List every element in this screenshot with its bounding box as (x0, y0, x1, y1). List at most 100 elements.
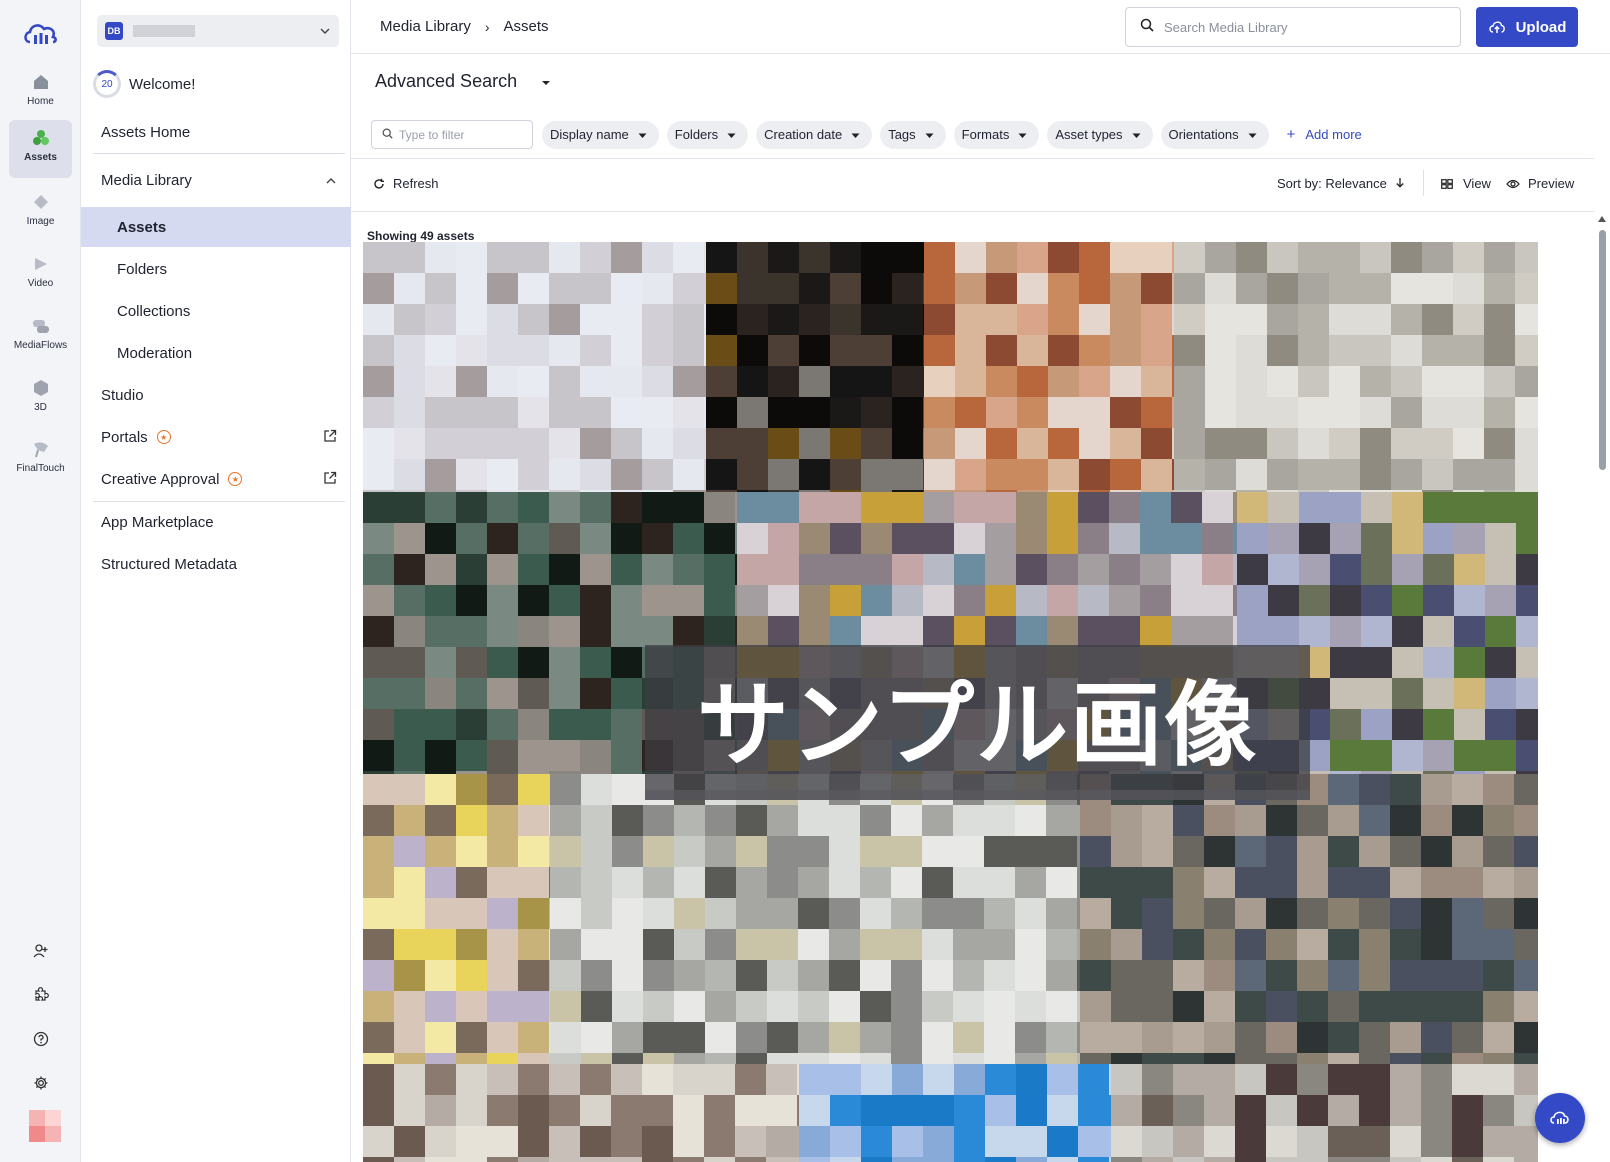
asset-thumbnail[interactable] (924, 242, 1174, 492)
rail-item-home[interactable]: Home (9, 64, 72, 122)
rail-item-3d[interactable]: 3D (9, 370, 72, 428)
thumbnail-pixel (1142, 1053, 1173, 1064)
nav-item-app-marketplace[interactable]: App Marketplace (81, 502, 351, 542)
nav-item-portals[interactable]: Portals ★ (81, 417, 351, 457)
thumbnail-pixel (1235, 867, 1266, 898)
filter-chip-orientations[interactable]: Orientations (1160, 120, 1269, 149)
cloud-logo-icon[interactable] (22, 20, 60, 48)
nav-item-assets-home[interactable]: Assets Home (81, 112, 351, 152)
thumbnail-pixel (1016, 740, 1047, 771)
thumbnail-pixel (1452, 867, 1483, 898)
asset-thumbnail[interactable] (1080, 774, 1538, 1064)
nav-item-media-library[interactable]: Media Library (81, 160, 351, 200)
sort-dropdown[interactable]: Sort by: Relevance (1277, 176, 1405, 191)
nav-item-assets[interactable]: Assets (81, 207, 351, 247)
nav-item-folders[interactable]: Folders (81, 249, 351, 289)
asset-thumbnail[interactable] (1174, 242, 1538, 492)
filter-chip-folders[interactable]: Folders (666, 120, 749, 149)
thumbnail-pixel (549, 492, 580, 523)
thumbnail-pixel (922, 898, 953, 929)
thumbnail-pixel (704, 678, 735, 709)
asset-thumbnail[interactable] (1111, 1064, 1538, 1162)
asset-thumbnail[interactable] (363, 242, 706, 492)
nav-item-studio[interactable]: Studio (81, 375, 351, 415)
thumbnail-pixel (955, 304, 986, 335)
thumbnail-pixel (1421, 960, 1452, 991)
thumbnail-pixel (1392, 647, 1423, 678)
breadcrumb-media-library[interactable]: Media Library (380, 18, 471, 35)
thumbnail-pixel (1516, 709, 1538, 740)
thumbnail-pixel (1268, 616, 1299, 647)
thumbnail-pixel (861, 335, 892, 366)
asset-thumbnail[interactable] (550, 774, 1080, 1064)
nav-item-collections[interactable]: Collections (81, 291, 351, 331)
thumbnail-pixel (550, 836, 581, 867)
refresh-button[interactable]: Refresh (373, 176, 439, 191)
nav-item-creative-approval[interactable]: Creative Approval ★ (81, 459, 351, 499)
assistant-fab-button[interactable] (1535, 1093, 1585, 1143)
avatar[interactable] (29, 1110, 61, 1142)
search-input[interactable] (1164, 19, 1444, 35)
rail-item-mediaflows[interactable]: MediaFlows (9, 308, 72, 366)
nav-item-moderation[interactable]: Moderation (81, 333, 351, 373)
filter-input[interactable] (399, 127, 529, 142)
star-badge-icon: ★ (228, 472, 243, 486)
nav-item-structured-metadata[interactable]: Structured Metadata (81, 544, 351, 584)
thumbnail-pixel (1016, 1157, 1047, 1162)
thumbnail-pixel (923, 523, 954, 554)
thumbnail-pixel (737, 740, 768, 771)
asset-thumbnail[interactable] (706, 242, 924, 492)
asset-thumbnail[interactable] (363, 774, 550, 1064)
rail-item-assets[interactable]: Assets (9, 120, 72, 178)
rail-item-video[interactable]: Video (9, 246, 72, 304)
asset-thumbnail[interactable] (363, 492, 737, 774)
thumbnail-pixel (642, 647, 673, 678)
settings-icon[interactable] (30, 1072, 52, 1094)
thumbnail-pixel (1171, 616, 1202, 647)
thumbnail-pixel (518, 1022, 549, 1053)
rail-item-image[interactable]: Image (9, 184, 72, 242)
thumbnail-pixel (518, 459, 549, 490)
thumbnail-pixel (1236, 366, 1267, 397)
thumbnail-pixel (518, 554, 549, 585)
thumbnail-pixel (580, 647, 611, 678)
thumbnail-pixel (1421, 836, 1452, 867)
filter-chip-formats[interactable]: Formats (953, 120, 1040, 149)
filter-box[interactable] (371, 120, 533, 149)
chip-label: Asset types (1055, 127, 1123, 142)
help-icon[interactable] (30, 1028, 52, 1050)
rail-label: 3D (34, 402, 47, 413)
asset-thumbnail[interactable] (737, 492, 1237, 774)
rail-item-finaltouch[interactable]: FinalTouch (9, 431, 72, 489)
filter-chip-display-name[interactable]: Display name (542, 120, 659, 149)
thumbnail-pixel (1422, 242, 1453, 273)
thumbnail-pixel (1109, 492, 1140, 523)
welcome-item[interactable]: 20 Welcome! (93, 70, 195, 98)
advanced-search-toggle[interactable]: Advanced Search (375, 71, 551, 92)
thumbnail-pixel (549, 1126, 580, 1157)
thumbnail-pixel (1330, 616, 1361, 647)
filter-chip-tags[interactable]: Tags (880, 120, 946, 149)
thumbnail-pixel (394, 678, 425, 709)
add-user-icon[interactable] (30, 940, 52, 962)
filter-chip-asset-types[interactable]: Asset types (1047, 120, 1153, 149)
asset-thumbnail[interactable] (363, 1064, 799, 1162)
add-more-filters-button[interactable]: + Add more (1287, 126, 1362, 143)
asset-thumbnail[interactable] (799, 1064, 1111, 1162)
scrollbar[interactable] (1594, 212, 1610, 1162)
thumbnail-pixel (830, 242, 861, 273)
environment-selector[interactable]: DB (97, 15, 339, 47)
view-button[interactable]: View (1441, 176, 1491, 191)
scroll-thumb[interactable] (1599, 230, 1606, 470)
scroll-up-arrow-icon[interactable] (1598, 216, 1606, 222)
thumbnail-pixel (518, 709, 549, 740)
search-box[interactable] (1125, 7, 1461, 47)
filter-chip-creation-date[interactable]: Creation date (756, 120, 873, 149)
thumbnail-pixel (425, 836, 456, 867)
puzzle-icon[interactable] (30, 984, 52, 1006)
asset-thumbnail[interactable] (1237, 492, 1538, 774)
thumbnail-pixel (1297, 929, 1328, 960)
thumbnail-pixel (425, 774, 456, 805)
preview-button[interactable]: Preview (1506, 176, 1574, 191)
upload-button[interactable]: Upload (1476, 7, 1578, 47)
